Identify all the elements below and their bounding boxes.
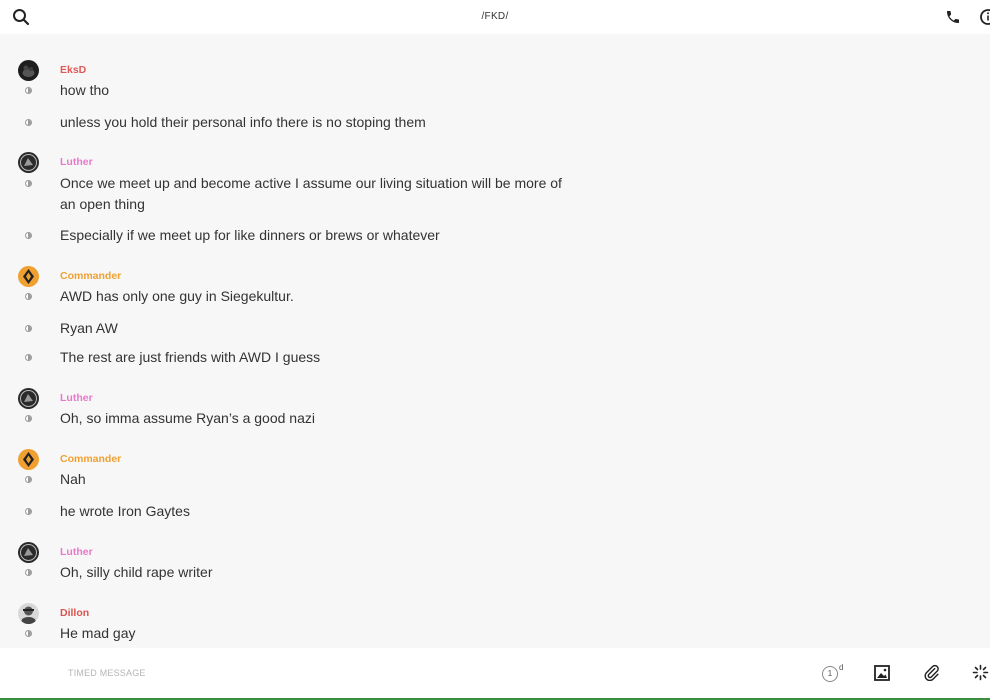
sender-name: Luther bbox=[60, 392, 93, 404]
read-receipt-icon bbox=[25, 415, 32, 422]
conversation-title: /FKD/ bbox=[481, 11, 509, 22]
sender-name: Commander bbox=[60, 453, 122, 465]
avatar[interactable] bbox=[18, 60, 39, 81]
read-receipt-icon bbox=[25, 119, 32, 126]
message-input[interactable] bbox=[68, 668, 368, 678]
image-icon[interactable] bbox=[873, 664, 890, 681]
message-list[interactable]: EksD how tho unless you hold their perso… bbox=[0, 34, 990, 648]
message-text: Especially if we meet up for like dinner… bbox=[60, 227, 440, 243]
message-text: Once we meet up and become active I assu… bbox=[60, 175, 562, 212]
read-receipt-icon bbox=[25, 630, 32, 637]
timer-unit: d bbox=[839, 663, 844, 672]
message-text: Oh, silly child rape writer bbox=[60, 564, 213, 580]
sender-name: Luther bbox=[60, 156, 93, 168]
info-icon[interactable] bbox=[978, 8, 990, 26]
message-text: he wrote Iron Gaytes bbox=[60, 503, 190, 519]
avatar[interactable] bbox=[18, 603, 39, 624]
avatar[interactable] bbox=[18, 152, 39, 173]
message-text: Oh, so imma assume Ryan’s a good nazi bbox=[60, 410, 315, 426]
message-text: how tho bbox=[60, 82, 110, 98]
read-receipt-icon bbox=[25, 354, 32, 361]
timer-button[interactable]: 1 d bbox=[820, 663, 846, 684]
sender-name: Dillon bbox=[60, 607, 90, 619]
read-receipt-icon bbox=[25, 293, 32, 300]
top-bar: /FKD/ bbox=[0, 0, 990, 34]
phone-icon[interactable] bbox=[944, 8, 962, 26]
sender-name: Commander bbox=[60, 270, 122, 282]
read-receipt-icon bbox=[25, 325, 32, 332]
avatar[interactable] bbox=[18, 542, 39, 563]
message-text: unless you hold their personal info ther… bbox=[60, 114, 426, 130]
composer-bar: 1 d bbox=[0, 648, 990, 700]
message-text: Ryan AW bbox=[60, 320, 118, 336]
read-receipt-icon bbox=[25, 569, 32, 576]
read-receipt-icon bbox=[25, 87, 32, 94]
read-receipt-icon bbox=[25, 476, 32, 483]
message-text: He mad gay bbox=[60, 625, 136, 641]
read-receipt-icon bbox=[25, 508, 32, 515]
avatar[interactable] bbox=[18, 266, 39, 287]
read-receipt-icon bbox=[25, 232, 32, 239]
avatar[interactable] bbox=[18, 388, 39, 409]
sender-name: EksD bbox=[60, 64, 87, 76]
avatar[interactable] bbox=[18, 449, 39, 470]
message-text: Nah bbox=[60, 471, 86, 487]
sparkle-icon[interactable] bbox=[972, 664, 989, 681]
message-text: The rest are just friends with AWD I gue… bbox=[60, 349, 321, 365]
sender-name: Luther bbox=[60, 546, 93, 558]
read-receipt-icon bbox=[25, 180, 32, 187]
timer-icon: 1 bbox=[822, 666, 838, 682]
paperclip-icon[interactable] bbox=[923, 664, 940, 681]
message-text: AWD has only one guy in Siegekultur. bbox=[60, 288, 294, 304]
